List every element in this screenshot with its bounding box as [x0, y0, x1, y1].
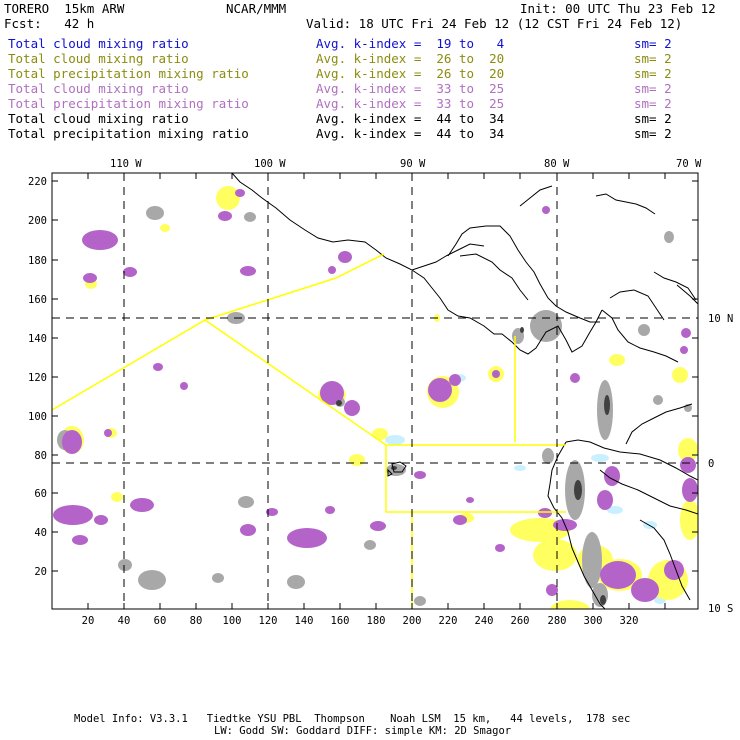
lon-label: 100 W	[254, 158, 286, 170]
x-tick-label: 40	[118, 615, 131, 627]
y-tick-label: 180	[28, 255, 47, 267]
y-tick-label: 140	[28, 333, 47, 345]
y-tick-label: 100	[28, 411, 47, 423]
region-boundary	[52, 253, 566, 609]
y-tick-label: 220	[28, 176, 47, 188]
x-tick-label: 80	[190, 615, 203, 627]
x-tick-label: 100	[223, 615, 242, 627]
x-tick-label: 300	[584, 615, 603, 627]
x-axis-ticks	[87, 173, 666, 609]
lon-label: 80 W	[544, 158, 570, 170]
x-tick-label: 180	[367, 615, 386, 627]
model-physics: LW: Godd SW: Goddard DIFF: simple KM: 2D…	[214, 725, 512, 737]
y-tick-label: 160	[28, 294, 47, 306]
y-tick-label: 40	[34, 527, 47, 539]
x-tick-label: 160	[331, 615, 350, 627]
y-tick-label: 80	[34, 450, 47, 462]
lon-label: 70 W	[676, 158, 702, 170]
x-tick-label: 60	[154, 615, 167, 627]
x-tick-label: 240	[475, 615, 494, 627]
lat-label: 10 N	[708, 313, 733, 325]
x-tick-label: 120	[259, 615, 278, 627]
y-axis-ticks	[52, 180, 698, 572]
y-tick-labels: 220 200 180 160 140 120 100 80 60 40 20	[28, 176, 47, 578]
y-tick-label: 20	[34, 566, 47, 578]
y-tick-label: 60	[34, 488, 47, 500]
x-tick-label: 260	[511, 615, 530, 627]
lat-label: 10 S	[708, 603, 733, 615]
gray-field	[57, 206, 692, 607]
x-tick-label: 220	[439, 615, 458, 627]
x-tick-label: 320	[620, 615, 639, 627]
x-tick-labels: 20 40 60 80 100 120 140 160 180 200 220 …	[82, 615, 639, 627]
forecast-map: 110 W 100 W 90 W 80 W 70 W 220 200 180 1…	[28, 158, 733, 627]
x-tick-label: 200	[403, 615, 422, 627]
y-tick-label: 200	[28, 215, 47, 227]
x-tick-label: 280	[548, 615, 567, 627]
lon-label: 90 W	[400, 158, 426, 170]
lon-label: 110 W	[110, 158, 142, 170]
lat-label: 0	[708, 458, 714, 470]
x-tick-label: 20	[82, 615, 95, 627]
x-tick-label: 140	[295, 615, 314, 627]
map-fields	[52, 173, 698, 609]
model-info: Model Info: V3.3.1 Tiedtke YSU PBL Thomp…	[74, 713, 631, 725]
y-tick-label: 120	[28, 372, 47, 384]
